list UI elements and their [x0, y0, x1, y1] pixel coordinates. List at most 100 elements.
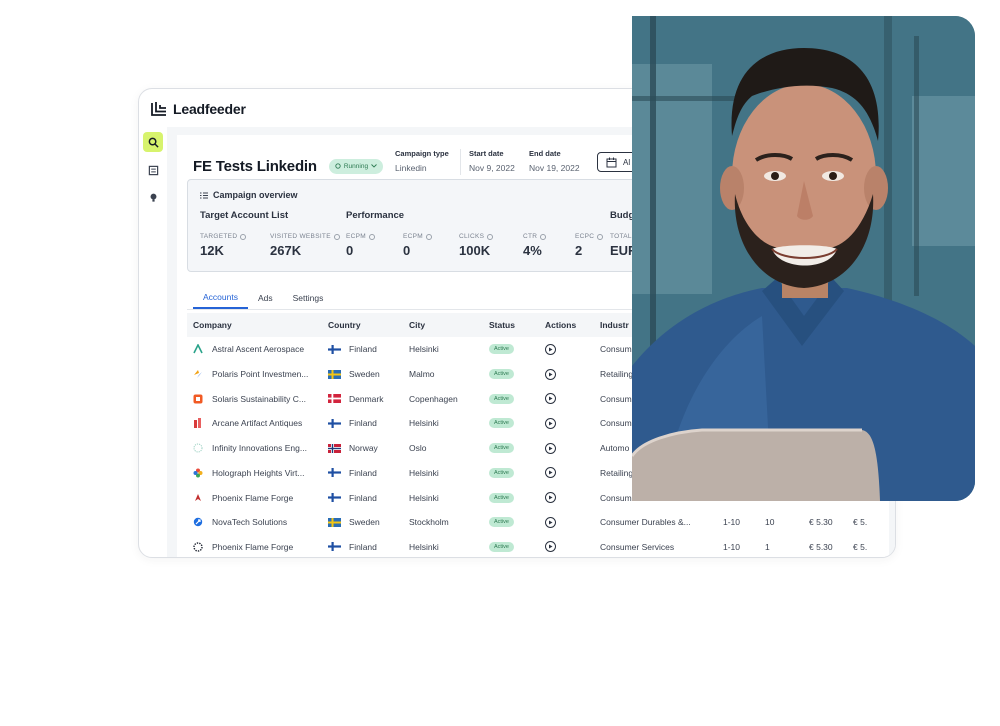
metric-ecpc: ECPC 2	[575, 233, 604, 258]
campaign-type-value: Linkedin	[395, 163, 427, 173]
finland-flag-icon	[328, 493, 341, 503]
phoenix-ring-logo-icon	[193, 542, 203, 552]
column-header-status[interactable]: Status	[489, 313, 515, 337]
company-cell[interactable]: Infinity Innovations Eng...	[193, 436, 307, 461]
list-bullets-icon	[200, 192, 208, 198]
company-cell[interactable]: Phoenix Flame Forge	[193, 535, 294, 557]
column-header-industry[interactable]: Industr	[600, 313, 629, 337]
tab-ads[interactable]: Ads	[248, 287, 283, 309]
extra-cost-cell: € 5.	[853, 517, 868, 528]
actions-cell	[545, 337, 556, 362]
play-action-button[interactable]	[545, 516, 556, 528]
nav-list-button[interactable]	[143, 160, 163, 180]
actions-cell	[545, 485, 556, 510]
industry-cell: Automo	[600, 443, 630, 454]
country-name: Sweden	[349, 517, 380, 528]
status-badge: Active	[489, 467, 514, 478]
industry-cell: Consum	[600, 393, 632, 404]
status-badge: Active	[489, 418, 514, 429]
lightbulb-icon	[150, 193, 156, 202]
metric-clicks: CLICKS 100K	[459, 233, 494, 258]
city-cell: Helsinki	[409, 344, 439, 355]
actions-cell	[545, 436, 556, 461]
company-name: Polaris Point Investmen...	[212, 369, 309, 380]
metric-label: CLICKS	[459, 233, 485, 240]
campaign-status-label: Running	[343, 162, 369, 170]
play-action-button[interactable]	[545, 417, 556, 429]
table-row[interactable]: NovaTech Solutions Sweden Stockholm Active C…	[187, 510, 887, 535]
chevron-down-icon	[371, 164, 377, 168]
country-cell: Finland	[328, 461, 377, 486]
nav-ideas-button[interactable]	[143, 187, 163, 207]
holograph-logo-icon	[193, 468, 203, 478]
play-icon	[549, 495, 553, 500]
status-cell: Active	[489, 436, 514, 461]
table-row[interactable]: Phoenix Flame Forge Finland Helsinki Active…	[187, 535, 887, 557]
company-cell[interactable]: NovaTech Solutions	[193, 510, 287, 535]
play-action-button[interactable]	[545, 541, 556, 553]
company-name: Arcane Artifact Antiques	[212, 418, 303, 429]
campaign-overview-title: Campaign overview	[200, 190, 298, 200]
left-navigation	[139, 129, 167, 557]
company-cell[interactable]: Polaris Point Investmen...	[193, 362, 308, 387]
solaris-logo-icon	[193, 394, 203, 404]
status-cell: Active	[489, 362, 514, 387]
play-icon	[549, 470, 553, 475]
column-header-country[interactable]: Country	[328, 313, 361, 337]
actions-cell	[545, 362, 556, 387]
list-icon	[148, 165, 158, 175]
date-range-label: Al	[623, 157, 631, 167]
campaign-status-dropdown[interactable]: Running	[328, 158, 384, 174]
play-action-button[interactable]	[545, 467, 556, 479]
status-badge: Active	[489, 517, 514, 528]
count-cell: 1	[765, 541, 770, 552]
tab-accounts[interactable]: Accounts	[193, 287, 248, 309]
brand-logo[interactable]: Leadfeeder	[151, 99, 246, 119]
info-icon	[540, 233, 547, 240]
country-cell: Sweden	[328, 510, 380, 535]
play-action-button[interactable]	[545, 393, 556, 405]
industry-cell: Retailing	[600, 369, 634, 380]
search-icon	[148, 137, 159, 148]
end-date-value: Nov 19, 2022	[529, 163, 580, 173]
status-badge: Active	[489, 369, 514, 380]
play-action-button[interactable]	[545, 442, 556, 454]
column-header-city[interactable]: City	[409, 313, 425, 337]
play-action-button[interactable]	[545, 492, 556, 504]
metric-label: VISITED WEBSITE	[270, 233, 331, 240]
finland-flag-icon	[328, 542, 341, 552]
company-name: Phoenix Flame Forge	[212, 541, 294, 552]
metric-targeted: TARGETED 12K	[200, 233, 247, 258]
company-cell[interactable]: Astral Ascent Aerospace	[193, 337, 304, 362]
column-header-actions[interactable]: Actions	[545, 313, 576, 337]
metric-label: CTR	[523, 233, 538, 240]
company-name: Solaris Sustainability C...	[212, 393, 307, 404]
actions-cell	[545, 411, 556, 436]
company-cell[interactable]: Arcane Artifact Antiques	[193, 411, 302, 436]
city-cell: Copenhagen	[409, 393, 458, 404]
industry-cell: Retailing	[600, 467, 634, 478]
industry-cell: Consumer Durables &...	[600, 517, 691, 528]
norway-flag-icon	[328, 443, 341, 453]
country-name: Finland	[349, 418, 377, 429]
company-cell[interactable]: Phoenix Flame Forge	[193, 485, 293, 510]
column-header-company[interactable]: Company	[193, 313, 232, 337]
status-badge: Active	[489, 393, 514, 404]
status-badge: Active	[489, 344, 514, 355]
city-cell: Malmo	[409, 369, 435, 380]
company-cell[interactable]: Holograph Heights Virt...	[193, 461, 304, 486]
nav-search-button[interactable]	[143, 132, 163, 152]
campaign-type-field: Campaign type Linkedin	[395, 149, 449, 173]
meta-divider	[460, 149, 461, 175]
tab-settings[interactable]: Settings	[283, 287, 334, 309]
metric-ecpm-2: ECPM 0	[403, 233, 432, 258]
play-action-button[interactable]	[545, 343, 556, 355]
campaign-type-label: Campaign type	[395, 149, 449, 158]
play-action-button[interactable]	[545, 368, 556, 380]
country-name: Finland	[349, 541, 377, 552]
company-cell[interactable]: Solaris Sustainability C...	[193, 386, 306, 411]
polaris-logo-icon	[193, 369, 203, 379]
industry-cell: Consum	[600, 492, 632, 503]
country-name: Finland	[349, 344, 377, 355]
actions-cell	[545, 510, 556, 535]
